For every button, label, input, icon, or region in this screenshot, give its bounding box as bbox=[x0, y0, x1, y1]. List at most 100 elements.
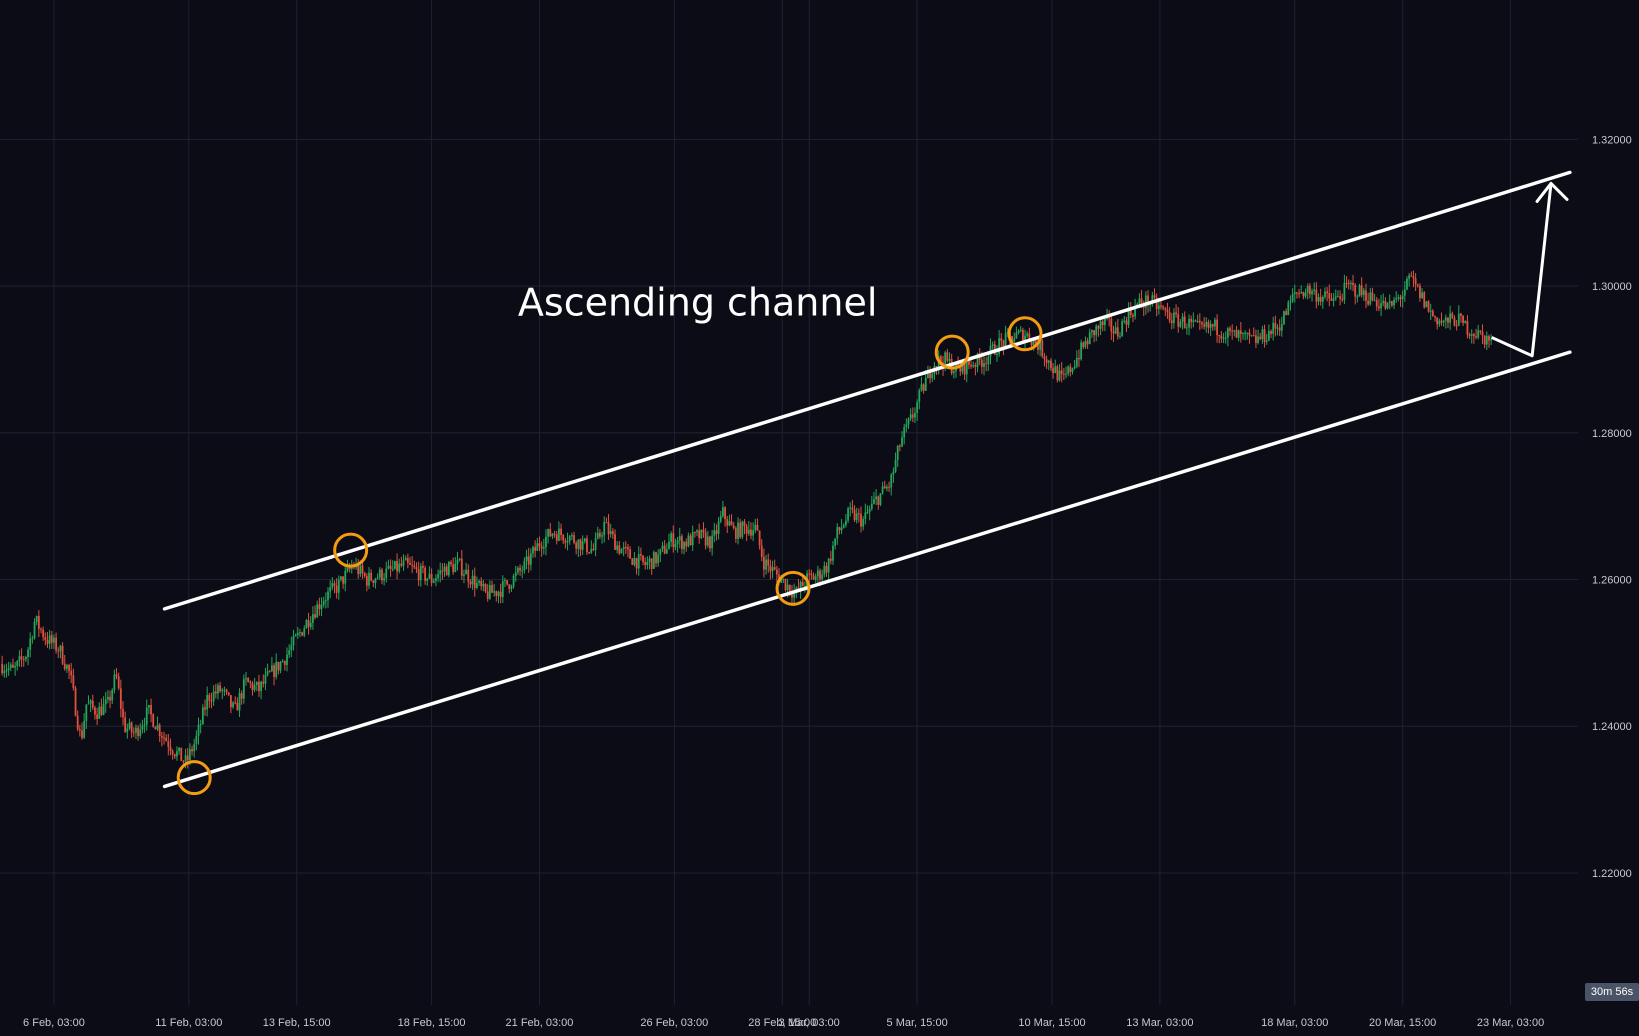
candle-body bbox=[648, 558, 651, 562]
candle-body bbox=[1393, 299, 1395, 306]
candle-body bbox=[834, 538, 837, 546]
candle-body bbox=[126, 728, 129, 732]
candle-body bbox=[87, 703, 90, 705]
candle-body bbox=[443, 566, 446, 572]
candle-body bbox=[46, 639, 49, 644]
candle-body bbox=[1160, 305, 1162, 307]
candle-body bbox=[713, 530, 716, 536]
candle-body bbox=[609, 531, 612, 535]
candle-body bbox=[1175, 312, 1177, 315]
candle-body bbox=[169, 746, 172, 751]
candle-body bbox=[20, 656, 23, 659]
candle-body bbox=[538, 543, 541, 547]
candle-body bbox=[217, 685, 219, 694]
candle-body bbox=[521, 570, 524, 572]
projection-arrow[interactable] bbox=[1491, 183, 1553, 358]
candle-body bbox=[57, 650, 60, 652]
channel-lines[interactable] bbox=[162, 170, 1572, 789]
candle-body bbox=[1002, 340, 1005, 347]
candle-body bbox=[650, 558, 653, 569]
candle-body bbox=[186, 755, 189, 761]
channel-line-upper[interactable] bbox=[162, 170, 1572, 611]
candle-body bbox=[467, 569, 470, 582]
y-tick-label: 1.26000 bbox=[1592, 575, 1632, 587]
candle-body bbox=[1188, 318, 1190, 328]
candle-body bbox=[240, 693, 243, 699]
candle-body bbox=[1082, 342, 1085, 347]
candle-body bbox=[1339, 296, 1341, 299]
candle-body bbox=[668, 541, 670, 550]
candle-body bbox=[447, 561, 450, 576]
candle-body bbox=[722, 507, 724, 517]
annotation-label: Ascending channel bbox=[518, 280, 877, 324]
x-tick-label: 18 Feb, 15:00 bbox=[398, 1017, 466, 1029]
candle-body bbox=[1416, 284, 1419, 286]
candle-body bbox=[456, 559, 459, 564]
candle-body bbox=[603, 522, 606, 536]
candle-body bbox=[624, 546, 627, 548]
candle-body bbox=[184, 755, 187, 762]
candle-body bbox=[210, 700, 213, 702]
candle-body bbox=[337, 579, 340, 593]
candle-body bbox=[614, 534, 616, 550]
candle-body bbox=[1239, 330, 1242, 334]
channel-line-lower[interactable] bbox=[162, 350, 1572, 789]
candle-body bbox=[65, 665, 68, 669]
candle-body bbox=[98, 706, 101, 719]
candle-body bbox=[312, 614, 314, 623]
candle-body bbox=[124, 717, 127, 732]
price-chart[interactable]: Ascending channel 1.32000 1.30000 1.28000 1… bbox=[0, 0, 1639, 1036]
candle-body bbox=[801, 581, 804, 587]
candle-body bbox=[1352, 282, 1354, 285]
candle-body bbox=[292, 636, 295, 646]
chart-canvas[interactable]: Ascending channel 1.320001.300001.280001… bbox=[0, 0, 1639, 1036]
candle-body bbox=[1345, 282, 1348, 284]
candle-body bbox=[1395, 298, 1398, 300]
candle-body bbox=[44, 637, 47, 640]
candle-body bbox=[61, 645, 64, 664]
candle-body bbox=[53, 637, 55, 643]
candle-body bbox=[916, 401, 919, 414]
candle-body bbox=[706, 536, 709, 546]
candle-body bbox=[970, 364, 972, 367]
time-axis[interactable]: 6 Feb, 03:00 11 Feb, 03:00 13 Feb, 15:00 18… bbox=[23, 1017, 1544, 1029]
candle-body bbox=[1015, 332, 1018, 339]
candle-body bbox=[493, 591, 496, 593]
candle-body bbox=[264, 674, 267, 684]
candle-body bbox=[689, 535, 692, 546]
candle-body bbox=[1246, 332, 1249, 334]
candle-body bbox=[512, 575, 515, 587]
candle-body bbox=[842, 525, 845, 528]
candle-body bbox=[329, 587, 332, 592]
candle-body bbox=[288, 650, 291, 655]
y-tick-label: 1.24000 bbox=[1592, 721, 1632, 733]
candle-body bbox=[1052, 368, 1054, 373]
candle-body bbox=[601, 535, 603, 537]
candle-body bbox=[1408, 275, 1411, 279]
candle-body bbox=[754, 524, 757, 531]
candle-body bbox=[527, 556, 530, 565]
candle-body bbox=[1222, 338, 1225, 340]
candle-body bbox=[525, 556, 528, 561]
candle-body bbox=[143, 724, 146, 726]
candle-body bbox=[193, 743, 196, 752]
candle-body bbox=[307, 620, 310, 627]
candle-body bbox=[1259, 336, 1262, 340]
candle-body bbox=[391, 568, 394, 570]
candle-body bbox=[227, 692, 230, 696]
candle-body bbox=[1138, 298, 1141, 304]
price-axis[interactable]: 1.32000 1.30000 1.28000 1.26000 1.24000 1.220… bbox=[1592, 134, 1632, 880]
y-tick-label: 1.32000 bbox=[1592, 134, 1632, 146]
candle-body bbox=[188, 749, 191, 761]
candle-body bbox=[1367, 300, 1370, 305]
candle-body bbox=[1276, 327, 1279, 329]
candle-body bbox=[208, 695, 211, 701]
candle-body bbox=[212, 691, 215, 702]
candle-body bbox=[588, 552, 591, 554]
candle-body bbox=[450, 561, 452, 565]
candle-body bbox=[476, 582, 478, 588]
candle-body bbox=[469, 581, 472, 585]
candle-body bbox=[1425, 301, 1428, 308]
candle-body bbox=[389, 565, 392, 569]
candle-body bbox=[717, 521, 720, 534]
